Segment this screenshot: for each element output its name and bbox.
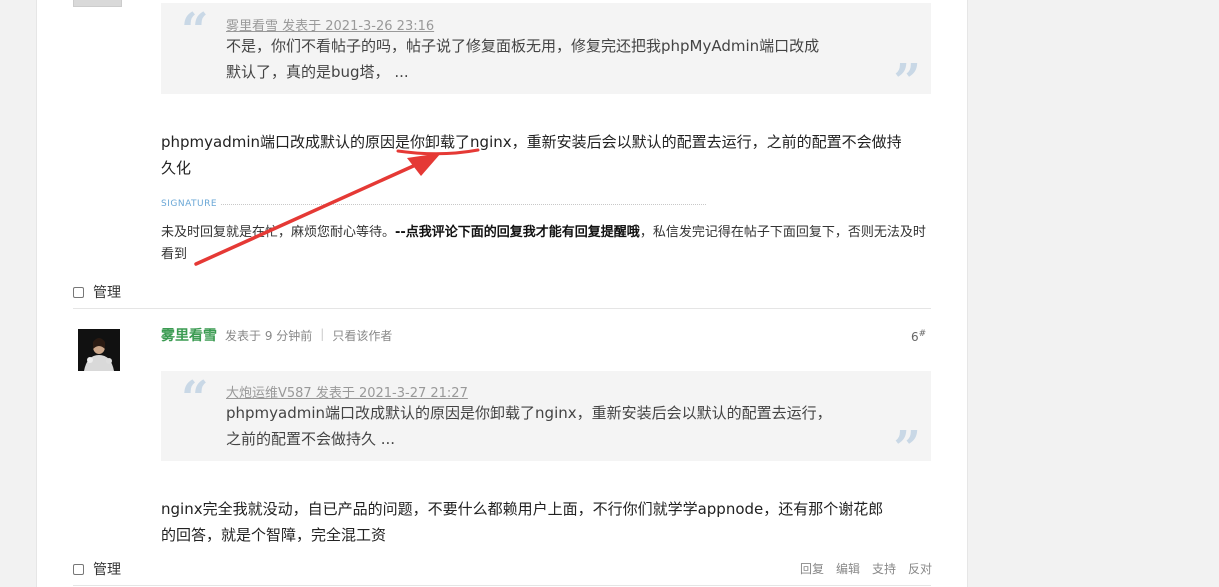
oppose-button[interactable]: 反对: [908, 560, 932, 577]
quote-line: phpmyadmin端口改成默认的原因是你卸载了nginx，重新安装后会以默认的…: [226, 404, 832, 422]
manage-checkbox[interactable]: [73, 563, 84, 575]
support-button[interactable]: 支持: [872, 560, 896, 577]
manage-option: 管理: [73, 559, 121, 579]
post-divider: [73, 585, 931, 586]
post-body-line: nginx完全我就没动，自已产品的问题，不要什么都赖用户上面，不行你们就学学ap…: [161, 500, 884, 518]
manage-label: 管理: [93, 562, 121, 578]
close-quote-icon: ”: [893, 54, 921, 110]
signature-part: 未及时回复就是在忙，麻烦您耐心等待。: [161, 225, 396, 240]
open-quote-icon: “: [181, 3, 209, 59]
post-time: 发表于 9 分钟前: [225, 329, 313, 343]
signature-text: 未及时回复就是在忙，麻烦您耐心等待。--点我评论下面的回复我才能有回复提醒哦，私…: [161, 222, 936, 266]
quote-meta-link[interactable]: 雾里看雪 发表于 2021-3-26 23:16: [226, 15, 434, 34]
manage-checkbox[interactable]: [73, 286, 84, 298]
quote-meta-link[interactable]: 大炮运维V587 发表于 2021-3-27 21:27: [226, 382, 468, 401]
post-body: nginx完全我就没动，自已产品的问题，不要什么都赖用户上面，不行你们就学学ap…: [161, 496, 936, 548]
close-quote-icon: ”: [893, 421, 921, 477]
post-body-line: 久化: [161, 159, 192, 177]
edit-button[interactable]: 编辑: [836, 560, 860, 577]
quote-text: 不是，你们不看帖子的吗，帖子说了修复面板无用，修复完还把我phpMyAdmin端…: [226, 33, 856, 85]
quote-block: “ 大炮运维V587 发表于 2021-3-27 21:27 phpmyadmi…: [161, 371, 931, 473]
avatar[interactable]: [73, 0, 122, 7]
post-divider: [73, 308, 931, 309]
post-body: phpmyadmin端口改成默认的原因是你卸载了nginx，重新安装后会以默认的…: [161, 129, 936, 181]
post-actions: 回复 编辑 支持 反对: [800, 560, 932, 577]
floor-mark: #: [918, 329, 927, 339]
manage-option: 管理: [73, 282, 121, 302]
manage-label: 管理: [93, 285, 121, 301]
quote-line: 之前的配置不会做持久 ...: [226, 430, 396, 448]
reply-button[interactable]: 回复: [800, 560, 824, 577]
post-meta: 发表于 9 分钟前 | 只看该作者: [225, 327, 392, 344]
only-author-link[interactable]: 只看该作者: [332, 327, 392, 344]
floor-number[interactable]: 6#: [911, 329, 926, 344]
quote-text: phpmyadmin端口改成默认的原因是你卸载了nginx，重新安装后会以默认的…: [226, 400, 856, 452]
avatar[interactable]: [78, 329, 120, 371]
signature-divider: [221, 204, 706, 205]
signature-emphasis: --点我评论下面的回复我才能有回复提醒哦: [395, 225, 640, 240]
quote-line: 不是，你们不看帖子的吗，帖子说了修复面板无用，修复完还把我phpMyAdmin端…: [226, 37, 820, 55]
open-quote-icon: “: [181, 371, 209, 427]
meta-separator: |: [320, 327, 325, 341]
post-body-line: phpmyadmin端口改成默认的原因是你卸载了nginx，重新安装后会以默认的…: [161, 133, 902, 151]
post-body-line: 的回答，就是个智障，完全混工资: [161, 526, 387, 544]
avatar-image: [78, 329, 120, 371]
signature-label: SIGNATURE: [161, 199, 218, 209]
floor-value: 6: [911, 330, 919, 344]
quote-block: “ 雾里看雪 发表于 2021-3-26 23:16 不是，你们不看帖子的吗，帖…: [161, 3, 931, 106]
author-name[interactable]: 雾里看雪: [161, 325, 217, 345]
quote-line: 默认了，真的是bug塔， ...: [226, 63, 409, 81]
